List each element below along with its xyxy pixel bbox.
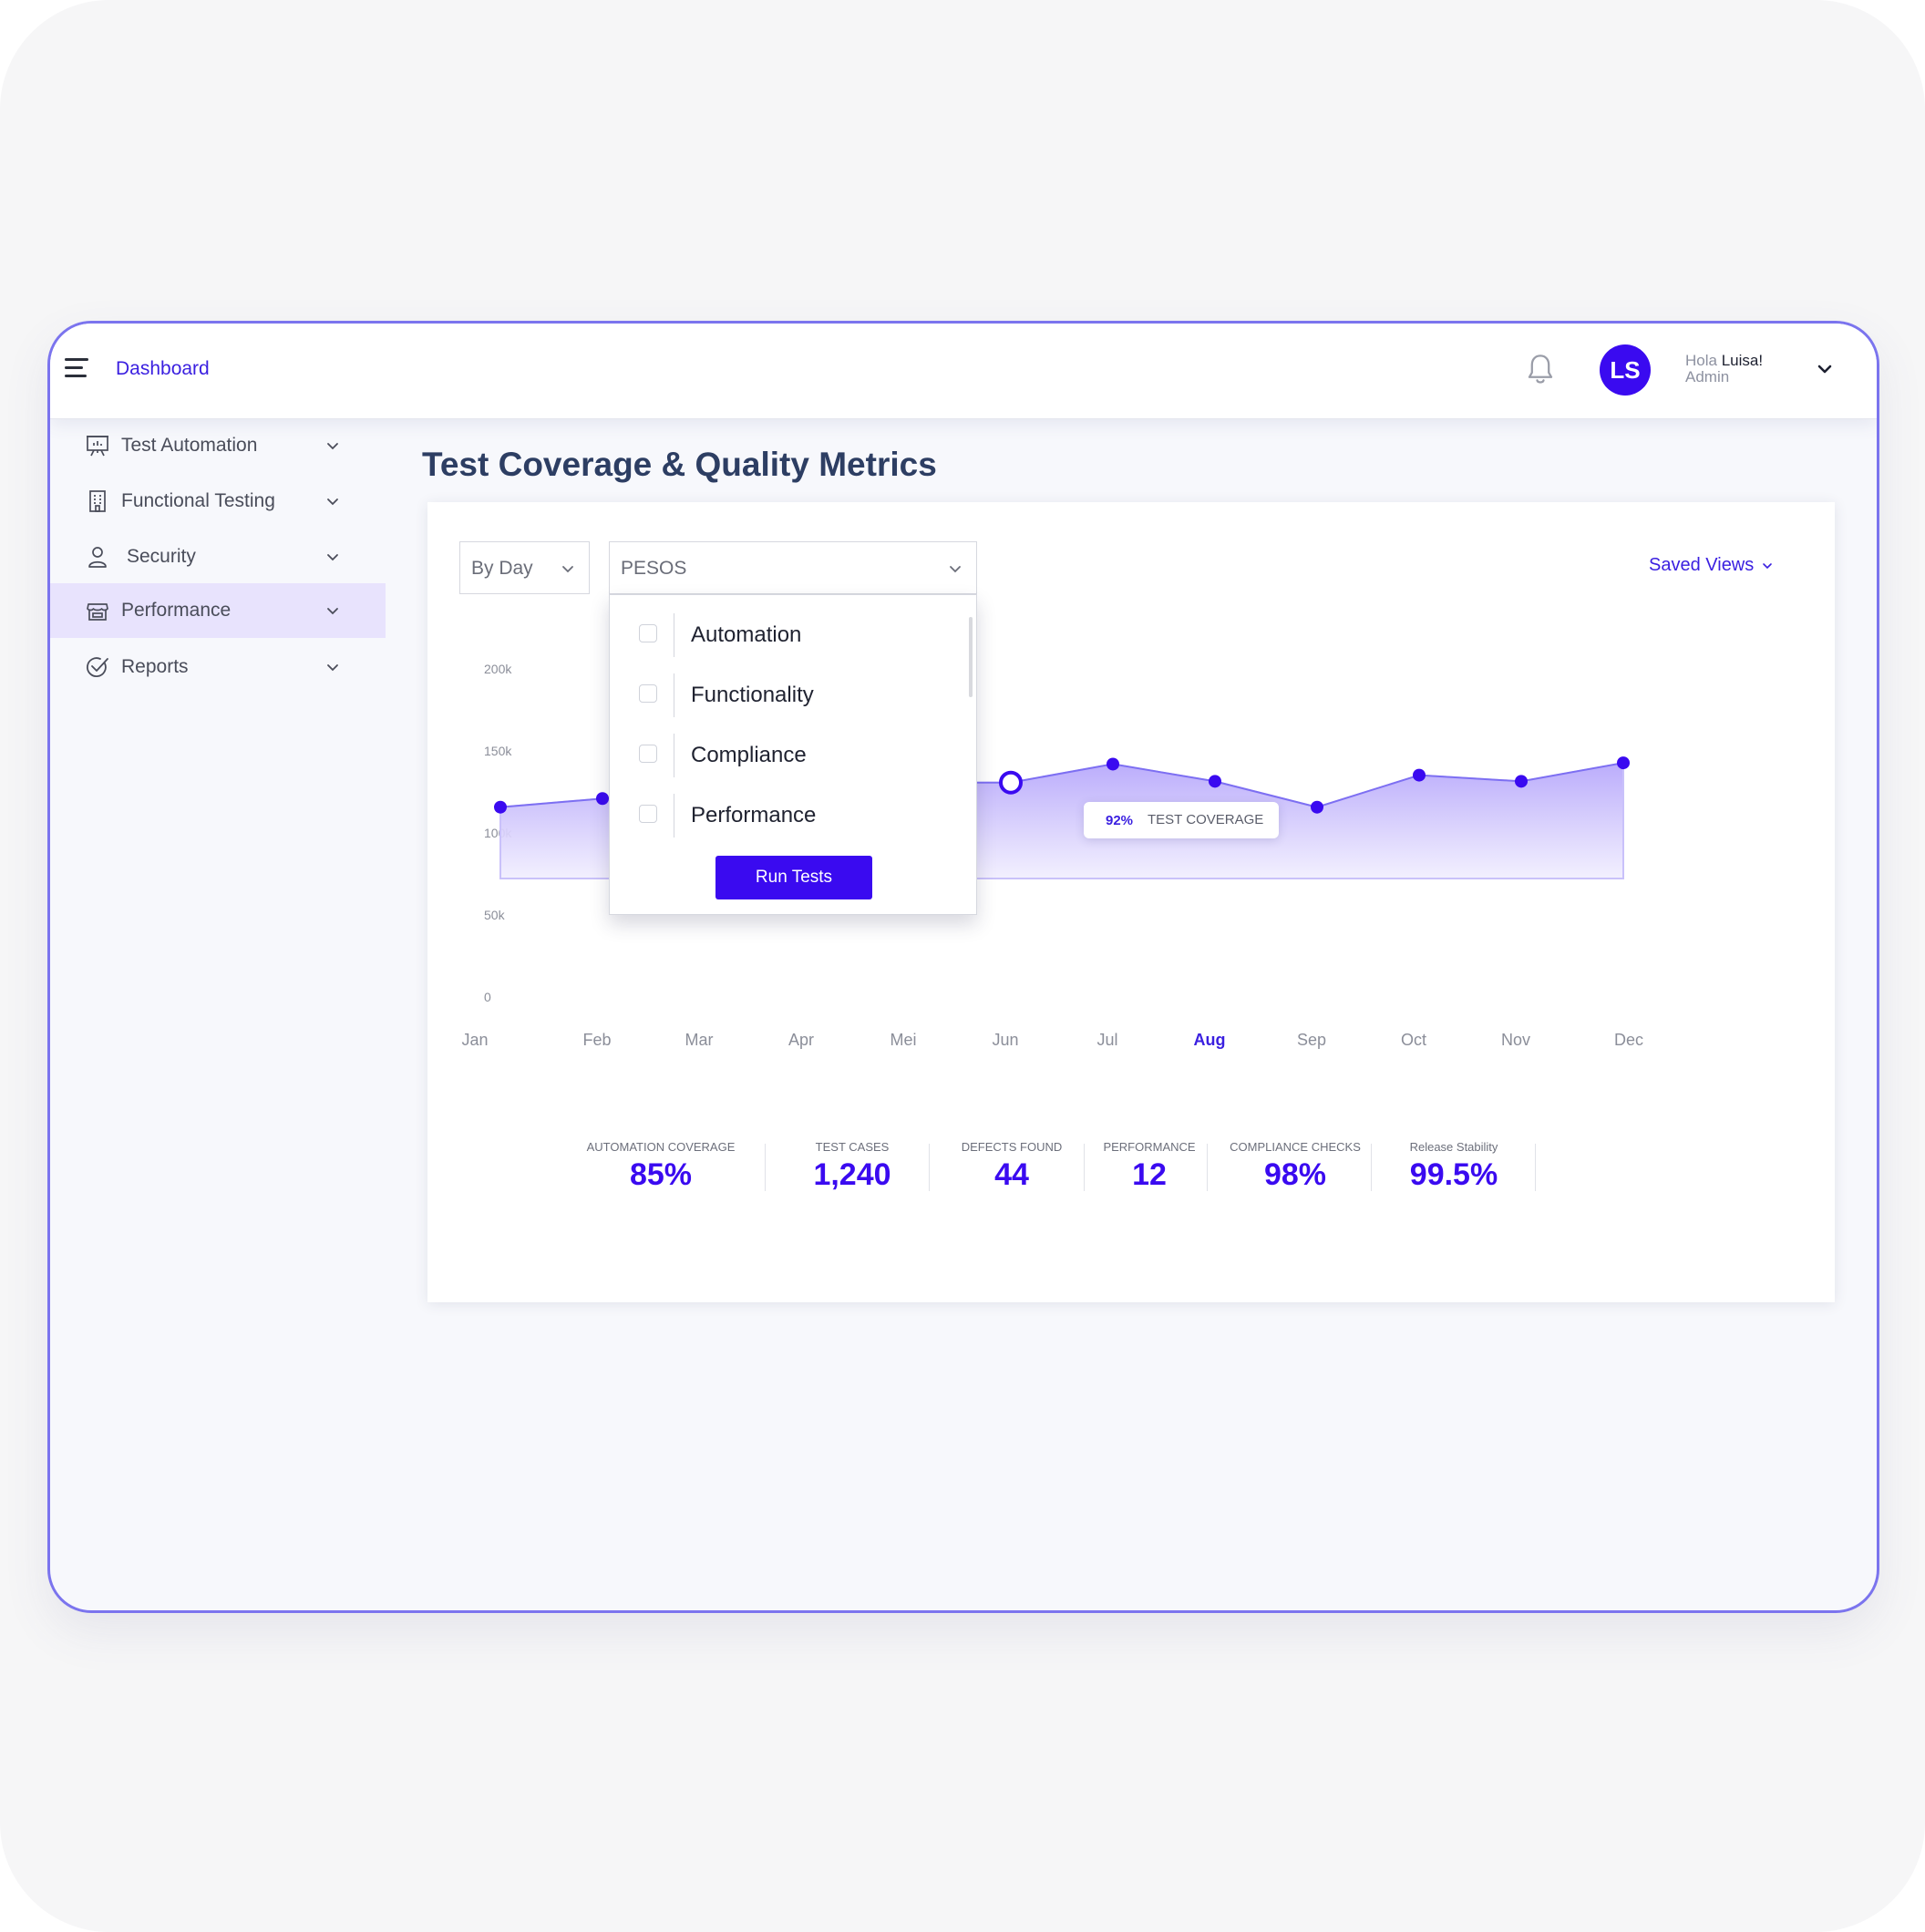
user-name: Luisa! bbox=[1721, 352, 1764, 369]
x-tick-jun: Jun bbox=[992, 1031, 1019, 1049]
sidebar-item-label: Reports bbox=[121, 656, 189, 677]
sidebar-item-security[interactable]: Security bbox=[50, 529, 386, 584]
sidebar: Test Automation Functional Testing Secur… bbox=[50, 418, 386, 1610]
data-point-sep[interactable] bbox=[1311, 800, 1323, 814]
option-label: Automation bbox=[691, 622, 802, 647]
x-tick-sep: Sep bbox=[1296, 1031, 1327, 1049]
metric-automation-coverage: AUTOMATION COVERAGE 85% bbox=[587, 1140, 736, 1193]
option-label: Performance bbox=[691, 803, 817, 827]
data-point-dec[interactable] bbox=[1617, 756, 1630, 770]
dropdown-option-performance[interactable]: Performance bbox=[610, 794, 956, 839]
data-point-jun[interactable] bbox=[999, 770, 1023, 795]
divider bbox=[1371, 1144, 1372, 1191]
metric-label: TEST CASES bbox=[815, 1140, 890, 1154]
x-tick-apr: Apr bbox=[788, 1031, 815, 1049]
checkbox[interactable] bbox=[639, 805, 657, 823]
user-greeting: Hola Luisa! Admin bbox=[1685, 353, 1763, 385]
divider bbox=[929, 1144, 930, 1191]
presentation-chart-icon bbox=[87, 436, 108, 457]
data-point-oct[interactable] bbox=[1413, 768, 1426, 782]
x-tick-nov: Nov bbox=[1500, 1031, 1531, 1049]
x-tick-oct: Oct bbox=[1400, 1031, 1427, 1049]
metric-defects-found: DEFECTS FOUND 44 bbox=[962, 1140, 1063, 1193]
divider bbox=[765, 1144, 766, 1191]
x-tick-dec: Dec bbox=[1613, 1031, 1644, 1049]
x-tick-jul: Jul bbox=[1096, 1031, 1118, 1049]
x-tick-mar: Mar bbox=[685, 1031, 714, 1049]
sidebar-item-reports[interactable]: Reports bbox=[50, 640, 386, 694]
data-point-nov[interactable] bbox=[1515, 775, 1528, 788]
metric-value: 12 bbox=[1132, 1157, 1167, 1192]
sidebar-item-test-automation[interactable]: Test Automation bbox=[50, 418, 386, 473]
metric-label: COMPLIANCE CHECKS bbox=[1230, 1140, 1361, 1154]
data-point-feb[interactable] bbox=[596, 792, 609, 806]
user-icon bbox=[88, 547, 107, 568]
x-tick-jan: Jan bbox=[461, 1031, 489, 1049]
tooltip-label: TEST COVERAGE bbox=[1148, 812, 1264, 827]
metric-label: DEFECTS FOUND bbox=[961, 1140, 1063, 1154]
dropdown-option-automation[interactable]: Automation bbox=[610, 613, 956, 659]
user-role: Admin bbox=[1685, 368, 1730, 385]
check-circle-icon bbox=[86, 657, 108, 678]
building-icon bbox=[89, 490, 106, 512]
store-icon bbox=[87, 603, 108, 621]
metrics-row: AUTOMATION COVERAGE 85% TEST CASES 1,240… bbox=[427, 1140, 1835, 1195]
page-title: Test Coverage & Quality Metrics bbox=[422, 446, 937, 483]
greeting-prefix: Hola bbox=[1685, 352, 1717, 369]
dropdown-scrollbar[interactable] bbox=[969, 617, 973, 697]
data-point-aug[interactable] bbox=[1209, 775, 1221, 788]
checkbox[interactable] bbox=[639, 684, 657, 703]
divider bbox=[1084, 1144, 1085, 1191]
chevron-down-icon bbox=[327, 554, 338, 561]
chevron-down-icon bbox=[327, 664, 338, 672]
metric-label: AUTOMATION COVERAGE bbox=[586, 1140, 736, 1154]
bell-icon[interactable] bbox=[1525, 353, 1556, 387]
option-label: Compliance bbox=[691, 743, 807, 767]
divider bbox=[1535, 1144, 1536, 1191]
chevron-down-icon bbox=[327, 498, 338, 506]
dashboard-link[interactable]: Dashboard bbox=[116, 358, 210, 380]
metric-test-cases: TEST CASES 1,240 bbox=[813, 1140, 890, 1193]
option-label: Functionality bbox=[691, 683, 814, 707]
metric-value: 85% bbox=[629, 1157, 693, 1192]
top-bar: Dashboard LS Hola Luisa! Admin bbox=[50, 324, 1877, 419]
metric-label: Release Stability bbox=[1409, 1140, 1498, 1154]
data-point-jul[interactable] bbox=[1107, 757, 1119, 771]
menu-icon[interactable] bbox=[65, 358, 88, 378]
metric-release-stability: Release Stability 99.5% bbox=[1410, 1140, 1498, 1193]
sidebar-item-label: Functional Testing bbox=[121, 490, 275, 511]
app-window: Dashboard LS Hola Luisa! Admin Test Auto… bbox=[47, 321, 1879, 1613]
metric-value: 44 bbox=[994, 1157, 1029, 1192]
x-tick-aug: Aug bbox=[1193, 1031, 1226, 1049]
chevron-down-icon bbox=[327, 443, 338, 450]
metric-value: 99.5% bbox=[1409, 1157, 1498, 1192]
sidebar-item-performance[interactable]: Performance bbox=[50, 583, 386, 638]
checkbox[interactable] bbox=[639, 624, 657, 642]
metric-performance: PERFORMANCE 12 bbox=[1103, 1140, 1195, 1193]
chevron-down-icon bbox=[327, 608, 338, 615]
dropdown-option-functionality[interactable]: Functionality bbox=[610, 673, 956, 719]
x-tick-mei: Mei bbox=[890, 1031, 917, 1049]
tooltip-value: 92% bbox=[1106, 813, 1134, 828]
chart-tooltip: 92% TEST COVERAGE bbox=[1084, 802, 1279, 838]
dropdown-option-compliance[interactable]: Compliance bbox=[610, 734, 956, 779]
data-point-jan[interactable] bbox=[494, 800, 507, 814]
metrics-card: By Day PESOS Saved Views 200k 150k 100k … bbox=[427, 502, 1835, 1302]
metric-value: 1,240 bbox=[813, 1157, 891, 1192]
sidebar-item-label: Security bbox=[127, 546, 196, 567]
metric-compliance-checks: COMPLIANCE CHECKS 98% bbox=[1230, 1140, 1361, 1193]
background-canvas: Dashboard LS Hola Luisa! Admin Test Auto… bbox=[0, 0, 1925, 1932]
metric-label: PERFORMANCE bbox=[1103, 1140, 1196, 1154]
x-tick-feb: Feb bbox=[582, 1031, 612, 1049]
avatar[interactable]: LS bbox=[1600, 344, 1651, 396]
sidebar-item-label: Performance bbox=[121, 600, 232, 621]
divider bbox=[1207, 1144, 1208, 1191]
sidebar-item-functional-testing[interactable]: Functional Testing bbox=[50, 474, 386, 529]
checkbox[interactable] bbox=[639, 745, 657, 763]
category-dropdown-menu: Automation Functionality Compliance Perf… bbox=[609, 594, 977, 915]
run-tests-button[interactable]: Run Tests bbox=[715, 856, 872, 899]
sidebar-item-label: Test Automation bbox=[121, 435, 258, 456]
metric-value: 98% bbox=[1263, 1157, 1327, 1192]
chevron-down-icon[interactable] bbox=[1814, 358, 1836, 380]
